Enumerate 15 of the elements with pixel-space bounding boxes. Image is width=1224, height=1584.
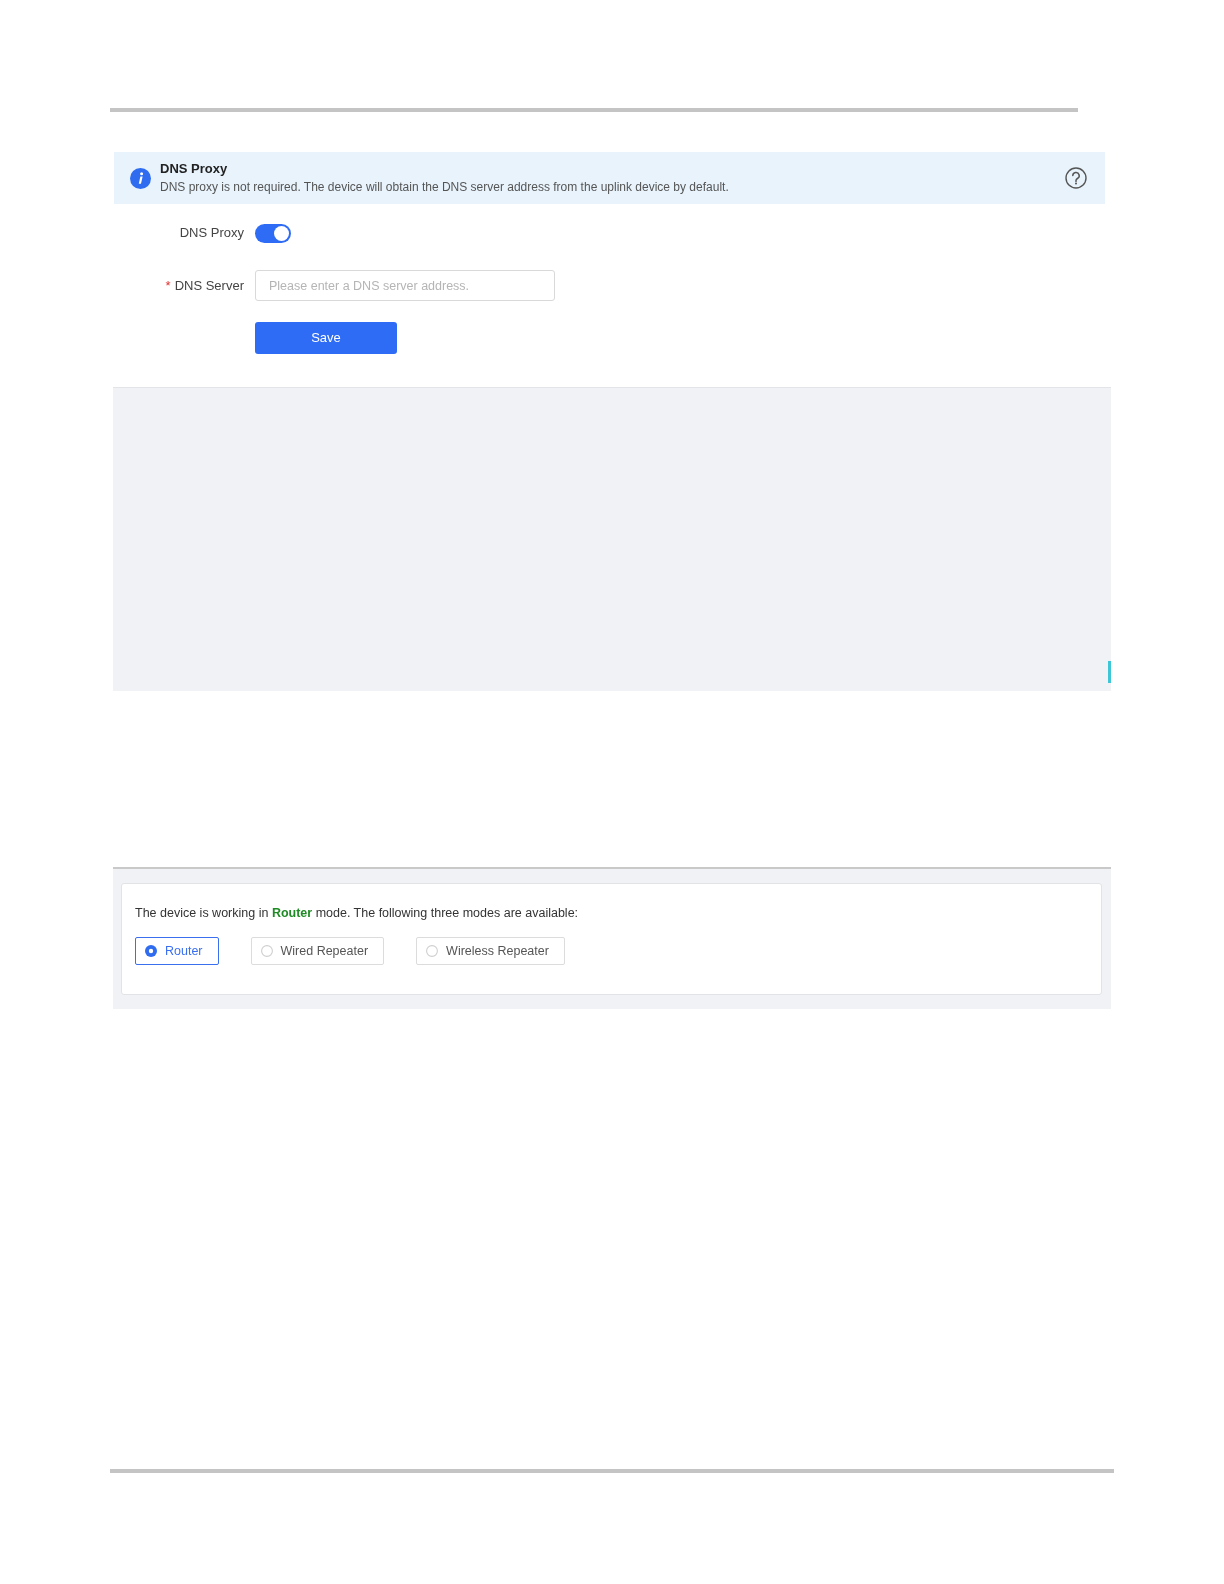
required-mark: * [165,276,171,295]
dns-server-field[interactable]: Please enter a DNS server address. [255,270,555,301]
mode-status-text: The device is working in Router mode. The following three modes are available: [135,905,580,922]
mode-option[interactable]: Wired Repeater [250,937,385,965]
help-icon[interactable] [1065,167,1087,189]
save-button[interactable]: Save [255,322,397,354]
mode-option[interactable]: Router [135,937,219,965]
field-label: DNS Server [174,276,244,295]
field-label: DNS Proxy [179,224,244,243]
banner-message: DNS proxy is not required. The device will obtain the DNS server address from the uplink device by default. [160,179,729,196]
dns-proxy-toggle[interactable] [255,223,291,243]
info-icon [130,167,151,189]
mode-option[interactable]: Wireless Repeater [416,937,565,965]
partial-widget-edge [1108,661,1111,683]
banner-title: DNS Proxy [160,160,229,178]
